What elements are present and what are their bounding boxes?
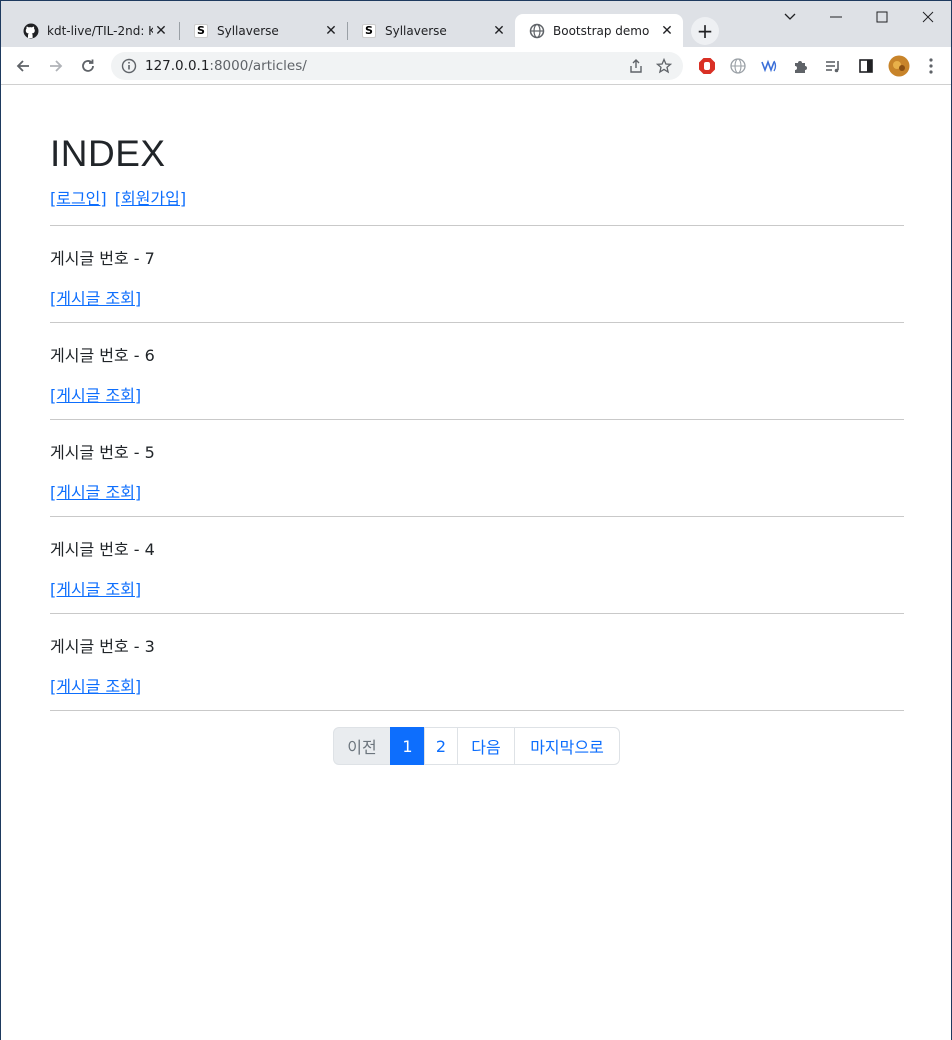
wave-extension-icon[interactable] <box>759 56 779 76</box>
browser-menu-kebab-icon[interactable] <box>921 56 941 76</box>
back-arrow-icon[interactable] <box>10 53 36 79</box>
article-number: 게시글 번호 - 5 <box>50 443 155 462</box>
extensions-puzzle-icon[interactable] <box>791 56 811 76</box>
page-title: INDEX <box>50 133 166 174</box>
url-path: :8000/articles/ <box>209 58 307 74</box>
s-favicon: S <box>193 23 209 39</box>
maximize-icon[interactable] <box>859 1 905 33</box>
browser-tab-github[interactable]: kdt-live/TIL-2nd: KDT ✕ <box>9 14 177 47</box>
tab-title: Bootstrap demo <box>553 23 650 38</box>
tab-close-icon[interactable]: ✕ <box>659 23 675 39</box>
article-number: 게시글 번호 - 3 <box>50 637 155 656</box>
window-close-icon[interactable] <box>905 1 951 33</box>
browser-tab-syllaverse-1[interactable]: S Syllaverse ✕ <box>179 14 347 47</box>
bookmark-star-icon[interactable] <box>655 57 673 75</box>
divider <box>50 419 904 420</box>
pagination-prev[interactable]: 이전 <box>333 727 391 765</box>
article-number: 게시글 번호 - 4 <box>50 540 155 559</box>
forward-arrow-icon[interactable] <box>43 53 69 79</box>
pagination: 이전 1 2 다음 마지막으로 <box>333 727 620 765</box>
pagination-page-1[interactable]: 1 <box>390 727 425 765</box>
tab-close-icon[interactable]: ✕ <box>491 23 507 39</box>
tab-close-icon[interactable]: ✕ <box>323 23 339 39</box>
tab-search-chevron-icon[interactable] <box>767 1 813 33</box>
github-icon <box>23 23 39 39</box>
tab-close-icon[interactable]: ✕ <box>153 23 169 39</box>
tab-title: kdt-live/TIL-2nd: KDT <box>47 23 153 38</box>
divider <box>50 322 904 323</box>
article-number: 게시글 번호 - 6 <box>50 346 155 365</box>
site-info-icon[interactable] <box>121 58 137 74</box>
divider <box>50 710 904 711</box>
s-favicon: S <box>361 23 377 39</box>
share-icon[interactable] <box>627 57 645 75</box>
signup-link[interactable]: [회원가입] <box>115 189 186 208</box>
article-number: 게시글 번호 - 7 <box>50 249 155 268</box>
auth-links: [로그인] [회원가입] <box>50 185 186 209</box>
side-panel-icon[interactable] <box>856 56 876 76</box>
pagination-last[interactable]: 마지막으로 <box>514 727 620 765</box>
divider <box>50 225 904 226</box>
divider <box>50 613 904 614</box>
url-host: 127.0.0.1 <box>145 58 210 74</box>
article-detail-link[interactable]: [게시글 조회] <box>50 673 141 697</box>
new-tab-button[interactable]: + <box>691 17 719 45</box>
browser-tab-strip: kdt-live/TIL-2nd: KDT ✕ S Syllaverse ✕ S… <box>1 1 951 47</box>
article-detail-link[interactable]: [게시글 조회] <box>50 576 141 600</box>
article-detail-link[interactable]: [게시글 조회] <box>50 382 141 406</box>
login-link[interactable]: [로그인] <box>50 189 107 208</box>
minimize-icon[interactable] <box>813 1 859 33</box>
globe-icon <box>529 23 545 39</box>
browser-tab-syllaverse-2[interactable]: S Syllaverse ✕ <box>347 14 515 47</box>
browser-toolbar: 127.0.0.1:8000/articles/ <box>1 47 951 85</box>
article-detail-link[interactable]: [게시글 조회] <box>50 479 141 503</box>
divider <box>50 516 904 517</box>
tab-title: Syllaverse <box>217 23 279 38</box>
tab-title: Syllaverse <box>385 23 447 38</box>
article-detail-link[interactable]: [게시글 조회] <box>50 285 141 309</box>
reload-icon[interactable] <box>75 53 101 79</box>
browser-tab-bootstrap-demo[interactable]: Bootstrap demo ✕ <box>515 14 683 47</box>
pagination-page-2[interactable]: 2 <box>424 727 458 765</box>
address-bar[interactable]: 127.0.0.1:8000/articles/ <box>111 52 683 80</box>
url-text[interactable]: 127.0.0.1:8000/articles/ <box>145 58 627 74</box>
translate-globe-icon[interactable] <box>728 56 748 76</box>
profile-avatar[interactable] <box>887 54 911 78</box>
page-content: INDEX [로그인] [회원가입] 게시글 번호 - 7 [게시글 조회] 게… <box>1 85 951 1040</box>
pagination-next[interactable]: 다음 <box>457 727 515 765</box>
adblock-extension-icon[interactable] <box>697 56 717 76</box>
media-playlist-icon[interactable] <box>823 56 843 76</box>
